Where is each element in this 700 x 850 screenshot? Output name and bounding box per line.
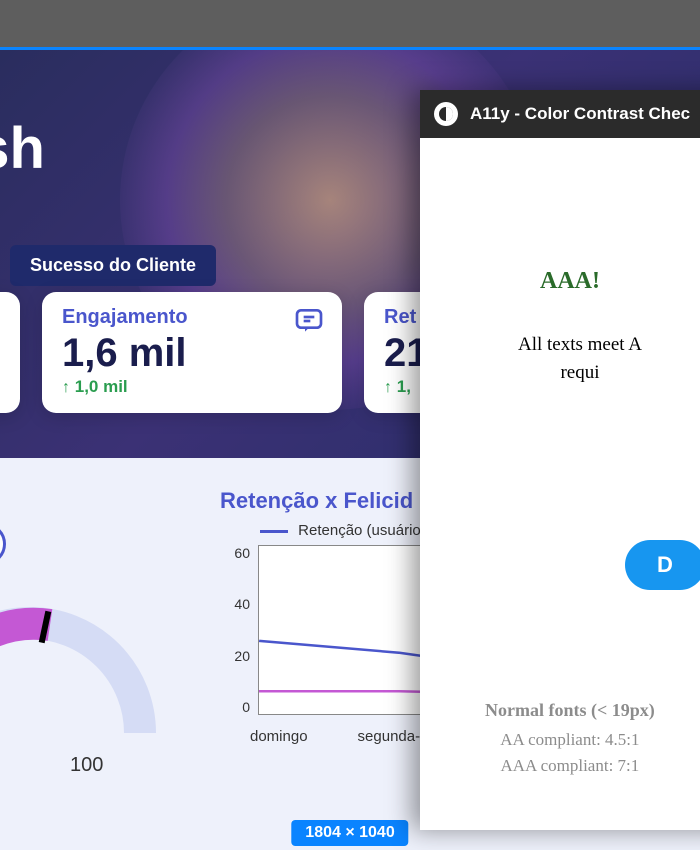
card-title: Engajamento — [62, 306, 322, 329]
card-change: ↑ 1, — [384, 377, 424, 397]
metric-card-partial-left — [0, 292, 20, 413]
a11y-status-label: AAA! — [540, 268, 700, 295]
aa-compliant-line: AA compliant: 4.5:1 — [485, 727, 655, 753]
arrow-up-icon: ↑ — [62, 379, 70, 396]
gauge-arc — [0, 553, 180, 773]
a11y-compliance-info: Normal fonts (< 19px) AA compliant: 4.5:… — [485, 700, 655, 778]
card-value: 21 — [384, 331, 424, 375]
aaa-compliant-line: AAA compliant: 7:1 — [485, 753, 655, 779]
a11y-description: All texts meet A requi — [440, 331, 700, 386]
a11y-panel-header[interactable]: A11y - Color Contrast Chec — [420, 90, 700, 138]
tab-customer-success[interactable]: Sucesso do Cliente — [10, 245, 216, 286]
normal-fonts-heading: Normal fonts (< 19px) — [485, 700, 655, 721]
app-logo-text: ash — [0, 115, 45, 182]
legend-item-retention: Retenção (usuário — [260, 522, 421, 539]
metric-card-engagement[interactable]: Engajamento 1,6 mil ↑ 1,0 mil — [42, 292, 342, 413]
contrast-icon — [434, 102, 458, 126]
a11y-panel-title: A11y - Color Contrast Chec — [470, 104, 690, 124]
y-axis-ticks: 60 40 20 0 — [220, 545, 250, 715]
a11y-contrast-panel[interactable]: A11y - Color Contrast Chec AAA! All text… — [420, 90, 700, 830]
card-value: 1,6 mil — [62, 331, 322, 375]
a11y-panel-body: AAA! All texts meet A requi — [420, 138, 700, 386]
gauge-max-label: 100 — [70, 754, 103, 777]
viewport-dimensions-badge: 1804 × 1040 — [291, 820, 408, 846]
card-title: Ret — [384, 306, 424, 329]
chat-icon — [290, 302, 328, 340]
browser-top-bar — [0, 0, 700, 47]
card-change: ↑ 1,0 mil — [62, 377, 322, 397]
legend-swatch-blue — [260, 530, 288, 533]
a11y-action-button[interactable]: D — [625, 540, 700, 590]
arrow-up-icon: ↑ — [384, 379, 392, 396]
happiness-gauge: 100 — [0, 493, 170, 773]
